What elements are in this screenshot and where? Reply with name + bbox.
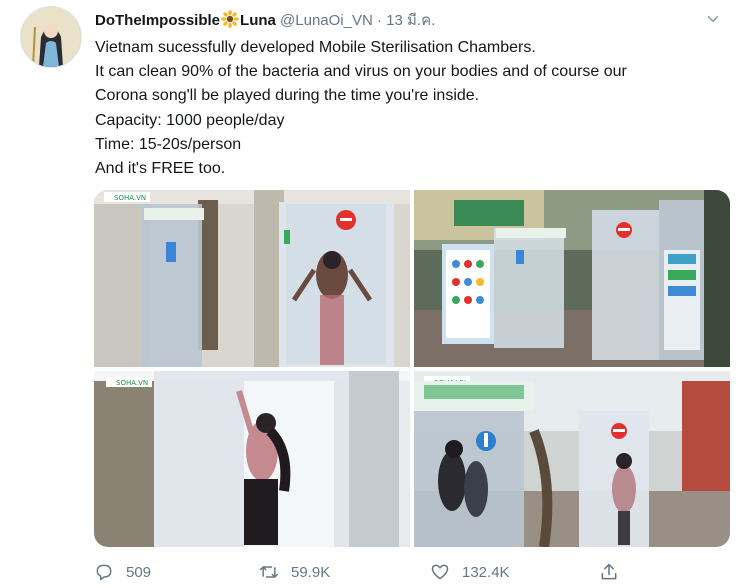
- tweet-text-line: It can clean 90% of the bacteria and vir…: [95, 63, 627, 81]
- sunflower-icon: [221, 10, 240, 28]
- tweet[interactable]: DoTheImpossible Luna @LunaOi_VN · 13 มี.ค…: [0, 0, 746, 588]
- reply-count: 509: [126, 563, 152, 581]
- tweet-header: DoTheImpossible Luna @LunaOi_VN · 13 มี.ค…: [95, 8, 726, 30]
- photo-1[interactable]: SOHA.VN: [94, 190, 410, 367]
- tweet-text: Vietnam sucessfully developed Mobile Ste…: [95, 36, 735, 181]
- photo-2[interactable]: [414, 190, 730, 367]
- reply-button[interactable]: 509: [94, 560, 151, 584]
- tweet-text-line: Corona song'll be played during the time…: [95, 87, 480, 105]
- tweet-text-line: And it's FREE too.: [95, 160, 226, 178]
- watermark-text: SOHA.VN: [114, 194, 146, 202]
- profile-avatar[interactable]: [20, 6, 82, 68]
- media-grid: SOHA.VN SOHA.VN: [94, 190, 730, 547]
- watermark-text: SOHA.VN: [116, 379, 148, 387]
- chevron-down-icon[interactable]: [704, 8, 726, 30]
- retweet-icon: [259, 566, 279, 578]
- share-button[interactable]: [599, 560, 631, 584]
- display-name[interactable]: DoTheImpossible Luna: [95, 10, 276, 29]
- separator: ·: [377, 12, 382, 29]
- tweet-date[interactable]: 13 มี.ค.: [386, 12, 435, 29]
- share-icon: [601, 563, 617, 580]
- photo-3[interactable]: SOHA.VN: [94, 371, 410, 547]
- user-handle[interactable]: @LunaOi_VN: [280, 12, 373, 29]
- heart-icon: [431, 564, 449, 580]
- tweet-actions: 509 59.9K 132.4K: [94, 560, 654, 584]
- reply-icon: [96, 564, 112, 581]
- tweet-text-line: Capacity: 1000 people/day: [95, 111, 285, 129]
- retweet-button[interactable]: 59.9K: [259, 560, 330, 584]
- tweet-text-line: Vietnam sucessfully developed Mobile Ste…: [95, 39, 536, 56]
- photo-4[interactable]: SOHA.VN: [414, 371, 730, 547]
- like-button[interactable]: 132.4K: [430, 560, 510, 584]
- retweet-count: 59.9K: [291, 563, 331, 581]
- tweet-text-line: Time: 15-20s/person: [95, 135, 242, 153]
- like-count: 132.4K: [462, 563, 510, 581]
